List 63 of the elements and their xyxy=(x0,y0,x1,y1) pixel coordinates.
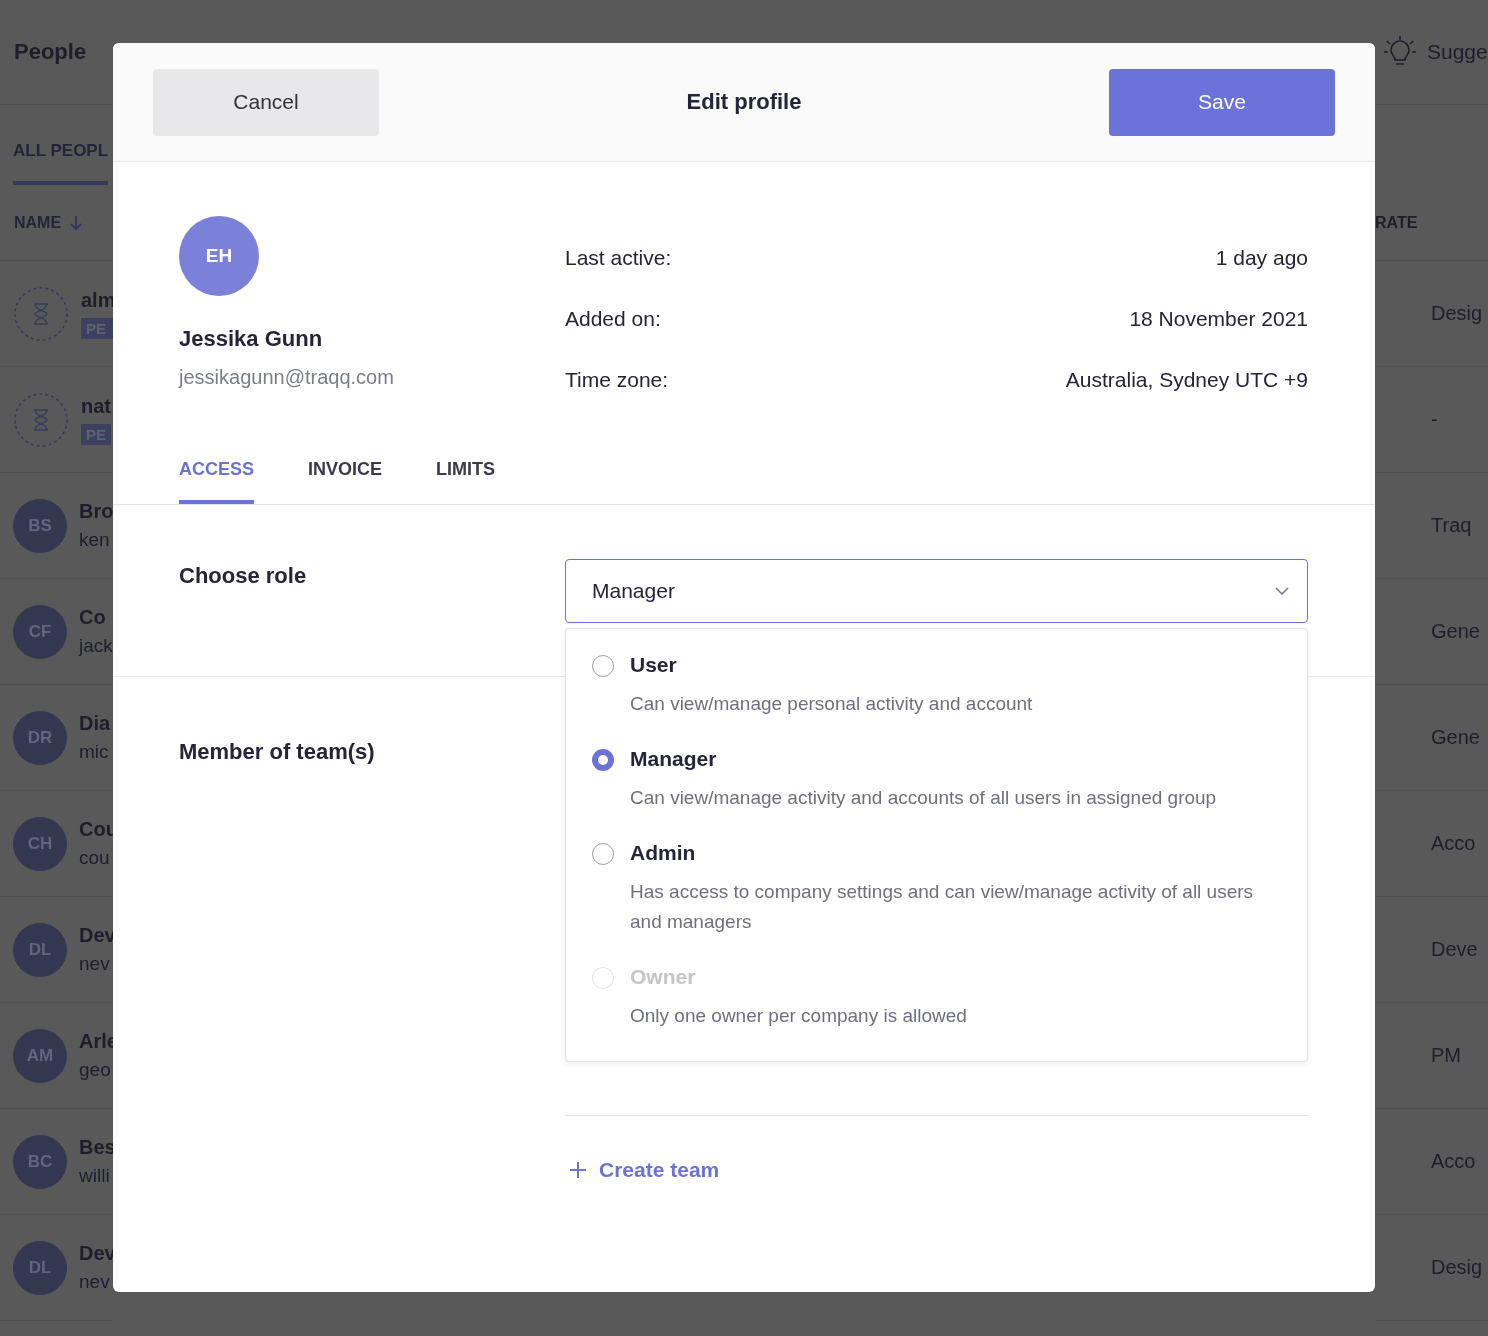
cancel-button[interactable]: Cancel xyxy=(153,68,379,136)
table-cell: - xyxy=(1431,408,1438,431)
role-option[interactable]: Manager xyxy=(630,747,1217,771)
detail-value: 1 day ago xyxy=(1215,246,1308,271)
user-email: ken xyxy=(79,529,111,551)
table-cell: Traq xyxy=(1431,514,1472,537)
section-label: Choose role xyxy=(179,562,308,590)
dialog-title: Edit profile xyxy=(686,89,802,115)
user-name: Dia xyxy=(79,712,111,735)
table-cell: Gene xyxy=(1431,620,1480,643)
role-dropdown[interactable]: Manager xyxy=(565,559,1308,623)
table-cell: Desig xyxy=(1431,1256,1483,1279)
radio-button[interactable] xyxy=(592,749,614,771)
table-cell: Acco xyxy=(1431,1150,1476,1173)
user-email: geo xyxy=(79,1059,112,1081)
role-description: Has access to company settings and can view/manage activity of all users and managers xyxy=(630,880,1255,934)
user-name: Jessika Gunn xyxy=(179,326,324,352)
role-description: Only one owner per company is allowed xyxy=(630,1004,967,1028)
user-email: willi xyxy=(79,1165,111,1187)
chevron-down-icon xyxy=(1275,587,1289,595)
tab[interactable]: LIMITS xyxy=(436,459,496,504)
user-name: Dev xyxy=(79,1242,116,1265)
save-button[interactable]: Save xyxy=(1109,68,1335,136)
role-description: Can view/manage activity and accounts of all users in assigned group xyxy=(630,786,1217,810)
detail-value: 18 November 2021 xyxy=(1129,307,1308,332)
user-email: mic xyxy=(79,741,110,763)
role-option[interactable]: User xyxy=(630,653,1033,677)
user-email: jessikagunn@traqq.com xyxy=(179,366,395,389)
detail-value: Australia, Sydney UTC +9 xyxy=(1065,368,1308,393)
all-people-tab[interactable]: ALL PEOPL xyxy=(13,141,109,185)
page-title: People xyxy=(14,39,87,65)
user-email: jack xyxy=(79,635,113,657)
tab[interactable]: INVOICE xyxy=(308,459,383,504)
table-cell: Deve xyxy=(1431,938,1478,961)
pending-avatar-icon xyxy=(13,285,69,342)
suggest-link[interactable]: Sugge xyxy=(1427,40,1488,64)
column-header[interactable]: RATE xyxy=(1375,213,1418,232)
user-email: nev xyxy=(79,953,111,975)
table-cell: Acco xyxy=(1431,832,1476,855)
user-email: nev xyxy=(79,1271,111,1293)
user-avatar: EH xyxy=(179,216,259,296)
detail-label: Time zone: xyxy=(565,368,669,393)
user-name: Co xyxy=(79,606,107,629)
role-option[interactable]: Admin xyxy=(630,841,1281,865)
table-cell: Desig xyxy=(1431,302,1483,325)
detail-label: Added on: xyxy=(565,307,661,332)
tab[interactable]: ACCESS xyxy=(179,459,254,504)
column-header[interactable]: NAME xyxy=(14,213,62,232)
plus-icon xyxy=(569,1161,587,1179)
create-team-link[interactable]: Create team xyxy=(565,1158,720,1182)
table-cell: PM xyxy=(1431,1044,1461,1067)
user-name: Bes xyxy=(79,1136,116,1159)
detail-label: Last active: xyxy=(565,246,672,271)
role-description: Can view/manage personal activity and account xyxy=(630,692,1033,716)
user-name: Dev xyxy=(79,924,116,947)
user-email: cou xyxy=(79,847,111,869)
table-cell: Gene xyxy=(1431,726,1480,749)
pending-avatar-icon xyxy=(13,391,69,448)
sort-arrow-icon xyxy=(69,214,84,231)
user-name: Bro xyxy=(79,500,114,523)
user-name: alm xyxy=(81,288,116,312)
section-label: Member of team(s) xyxy=(179,738,376,766)
user-name: nat xyxy=(81,394,111,418)
